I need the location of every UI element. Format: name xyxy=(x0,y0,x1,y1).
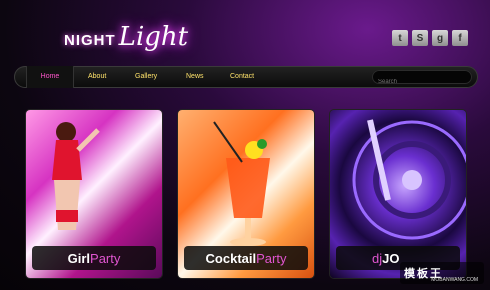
card-cocktail-party[interactable]: Cocktail Party xyxy=(178,110,314,278)
nav-contact[interactable]: Contact xyxy=(230,66,254,88)
search-box xyxy=(372,70,472,89)
caption-main: JO xyxy=(382,250,400,266)
nav-home[interactable]: Home xyxy=(26,66,74,88)
logo[interactable]: NIGHT Light xyxy=(64,22,188,52)
watermark-url: MOBANWANG.COM xyxy=(431,277,478,283)
card-caption: Girl Party xyxy=(32,246,156,270)
caption-main: Girl xyxy=(67,250,91,266)
main-nav: Home About Gallery News Contact xyxy=(14,66,478,89)
nav-about[interactable]: About xyxy=(88,66,106,88)
logo-night-text: NIGHT xyxy=(64,32,116,49)
card-girl-party[interactable]: Girl Party xyxy=(26,110,162,278)
card-dj[interactable]: dj JO xyxy=(330,110,466,278)
twitter-icon[interactable]: t xyxy=(392,30,408,46)
caption-accent: Party xyxy=(256,250,287,266)
nav-news[interactable]: News xyxy=(186,66,204,88)
caption-accent: Party xyxy=(90,250,121,266)
caption-accent: dj xyxy=(372,250,383,266)
search-input[interactable] xyxy=(372,75,468,89)
logo-light-text: Light xyxy=(118,22,189,52)
watermark: 模板王 MOBANWANG.COM xyxy=(400,262,484,284)
card-caption: Cocktail Party xyxy=(184,246,308,270)
social-links: t S g f xyxy=(392,30,468,46)
nav-gallery[interactable]: Gallery xyxy=(135,66,157,88)
caption-main: Cocktail xyxy=(205,250,257,266)
facebook-icon[interactable]: f xyxy=(452,30,468,46)
digg-icon[interactable]: g xyxy=(432,30,448,46)
skype-icon[interactable]: S xyxy=(412,30,428,46)
